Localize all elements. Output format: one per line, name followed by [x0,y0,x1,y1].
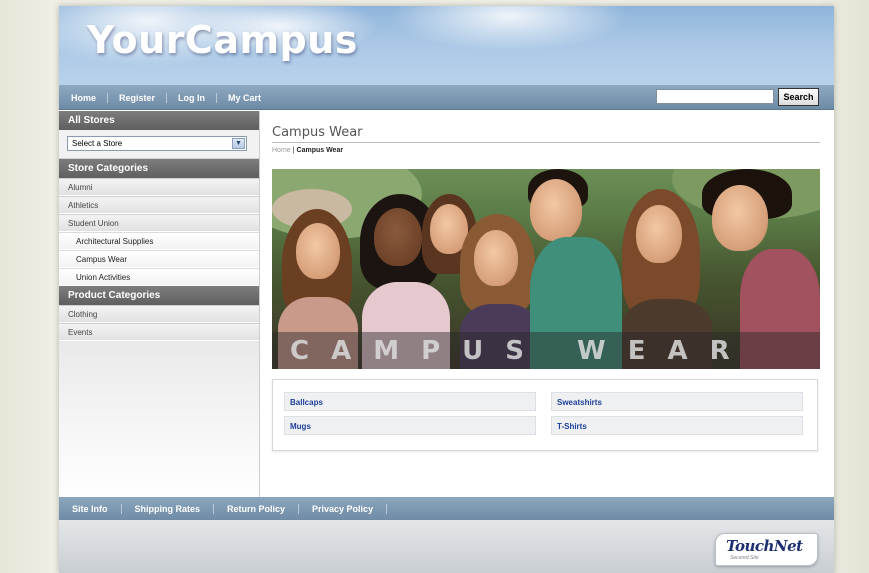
search-input[interactable] [656,89,774,104]
sidebar-item-student-union[interactable]: Student Union [59,214,259,232]
sidebar-filler [59,341,259,501]
top-navigation: Home Register Log In My Cart Search [59,85,834,110]
all-stores-heading: All Stores [59,111,259,130]
page-container: YourCampus Home Register Log In My Cart … [59,6,834,573]
banner-cloud [389,6,629,51]
store-select-container: Select a Store ▼ [59,130,259,159]
nav-separator [166,92,168,103]
site-logo[interactable]: YourCampus [87,18,358,62]
nav-home-link[interactable]: Home [71,93,96,103]
sidebar: All Stores Select a Store ▼ Store Catego… [59,111,260,501]
footer-return-policy-link[interactable]: Return Policy [227,504,285,514]
nav-cart-link[interactable]: My Cart [228,93,261,103]
sidebar-item-clothing[interactable]: Clothing [59,305,259,323]
sidebar-item-union-activities[interactable]: Union Activities [59,268,259,286]
chevron-down-icon[interactable]: ▼ [232,138,245,149]
touchnet-badge[interactable]: TouchNet Secured Site [715,533,818,566]
category-link-mugs[interactable]: Mugs [284,416,536,435]
footer-separator [120,503,122,514]
footer-privacy-policy-link[interactable]: Privacy Policy [312,504,373,514]
nav-separator [216,92,218,103]
hero-text: CAMPUS WEAR [290,336,752,366]
category-link-ballcaps[interactable]: Ballcaps [284,392,536,411]
category-links-panel: Ballcaps Sweatshirts Mugs T-Shirts [272,379,818,451]
footer: TouchNet Secured Site [59,520,834,573]
nav-separator [107,92,109,103]
site-banner: YourCampus [59,6,834,85]
sidebar-item-alumni[interactable]: Alumni [59,178,259,196]
footer-shipping-rates-link[interactable]: Shipping Rates [135,504,201,514]
main-content: Campus Wear Home | Campus Wear CAMPUS WE… [272,111,820,451]
product-categories-heading: Product Categories [59,286,259,305]
sidebar-item-athletics[interactable]: Athletics [59,196,259,214]
sidebar-item-campus-wear[interactable]: Campus Wear [59,250,259,268]
footer-separator [386,503,388,514]
breadcrumb: Home | Campus Wear [272,147,820,154]
sidebar-item-architectural-supplies[interactable]: Architectural Supplies [59,232,259,250]
sidebar-item-events[interactable]: Events [59,323,259,341]
nav-login-link[interactable]: Log In [178,93,205,103]
category-link-sweatshirts[interactable]: Sweatshirts [551,392,803,411]
page-title: Campus Wear [272,125,363,140]
hero-banner-image: CAMPUS WEAR [272,169,820,369]
search-button[interactable]: Search [778,88,819,106]
footer-separator [298,503,300,514]
store-select-value: Select a Store [72,139,123,148]
breadcrumb-home-link[interactable]: Home [272,147,291,154]
touchnet-subtext: Secured Site [730,555,759,561]
breadcrumb-current: Campus Wear [296,147,344,154]
title-divider [272,142,820,143]
category-link-t-shirts[interactable]: T-Shirts [551,416,803,435]
footer-separator [213,503,215,514]
store-categories-heading: Store Categories [59,159,259,178]
nav-register-link[interactable]: Register [119,93,155,103]
footer-site-info-link[interactable]: Site Info [72,504,108,514]
store-select[interactable]: Select a Store ▼ [67,136,247,151]
touchnet-logo: TouchNet [726,537,803,555]
breadcrumb-separator: | [292,147,295,154]
footer-navigation: Site Info Shipping Rates Return Policy P… [59,497,834,520]
